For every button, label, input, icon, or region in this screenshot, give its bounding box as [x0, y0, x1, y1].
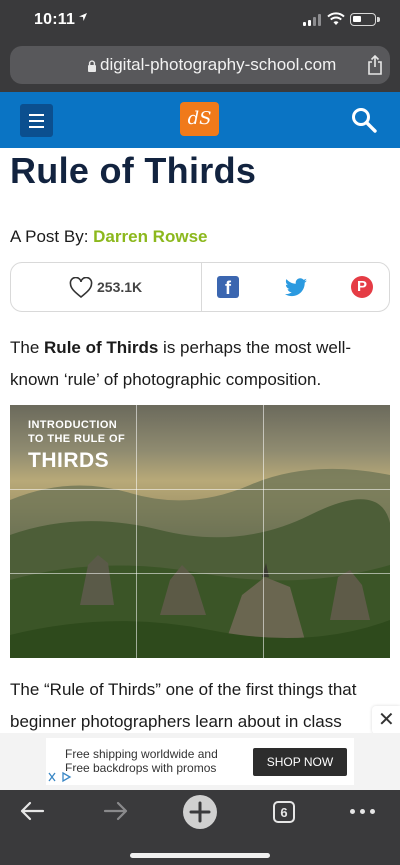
adchoices-icon[interactable]: [46, 771, 76, 783]
facebook-icon[interactable]: f: [217, 276, 239, 298]
byline: A Post By: Darren Rowse: [10, 227, 207, 247]
status-time: 10:11: [34, 11, 76, 28]
body-paragraph: The “Rule of Thirds” one of the first th…: [10, 680, 357, 731]
ad-banner: Free shipping worldwide and Free backdro…: [0, 733, 400, 790]
more-options-icon[interactable]: [350, 809, 375, 814]
back-arrow-icon[interactable]: [19, 800, 45, 822]
intro-text-pre: The: [10, 338, 45, 357]
lock-icon: [88, 60, 96, 72]
grid-line-v2: [263, 405, 264, 658]
article-title: Rule of Thirds: [10, 150, 257, 191]
location-arrow-icon: [79, 13, 87, 21]
url-text: digital-photography-school.com: [100, 55, 337, 74]
hamburger-menu-button[interactable]: [20, 104, 53, 137]
author-link[interactable]: Darren Rowse: [93, 227, 207, 246]
share-icon[interactable]: [367, 55, 383, 75]
pinterest-icon[interactable]: P: [351, 276, 373, 298]
ad-close-button[interactable]: ✕: [372, 706, 400, 734]
site-header: dS: [0, 92, 400, 148]
intro-text-bold: Rule of Thirds: [44, 338, 159, 357]
twitter-icon[interactable]: [284, 278, 308, 298]
like-count: 253.1K: [97, 279, 143, 295]
heart-icon[interactable]: [69, 277, 93, 299]
tab-switcher-button[interactable]: 6: [273, 801, 295, 823]
home-indicator[interactable]: [130, 853, 270, 858]
browser-toolbar: 6: [0, 790, 400, 865]
image-caption-line2: TO THE RULE OF: [28, 433, 126, 445]
cellular-signal-icon: [303, 14, 321, 26]
share-box: 253.1K f P: [10, 262, 390, 312]
byline-prefix: A Post By:: [10, 227, 94, 246]
address-bar[interactable]: digital-photography-school.com: [10, 46, 390, 84]
hero-image: INTRODUCTION TO THE RULE OF THIRDS: [10, 405, 390, 658]
search-icon[interactable]: [350, 106, 378, 134]
grid-line-h2: [10, 573, 390, 574]
image-caption-line3: THIRDS: [28, 449, 110, 472]
plus-icon: [189, 801, 211, 823]
browser-url-area: digital-photography-school.com: [0, 40, 400, 92]
share-divider: [201, 263, 202, 311]
close-icon: ✕: [378, 709, 395, 731]
status-bar: 10:11: [0, 0, 400, 40]
site-logo[interactable]: dS: [180, 102, 219, 136]
intro-paragraph: The Rule of Thirds is perhaps the most w…: [10, 332, 392, 396]
forward-arrow-icon[interactable]: [103, 800, 129, 822]
ad-content[interactable]: Free shipping worldwide and Free backdro…: [46, 738, 354, 785]
shop-now-button[interactable]: SHOP NOW: [253, 748, 347, 776]
ad-text: Free shipping worldwide and Free backdro…: [65, 747, 218, 775]
battery-icon: [350, 13, 380, 26]
grid-line-v1: [136, 405, 137, 658]
wifi-icon: [327, 12, 345, 25]
grid-line-h1: [10, 489, 390, 490]
image-caption-line1: INTRODUCTION: [28, 419, 118, 431]
new-tab-button[interactable]: [183, 795, 217, 829]
